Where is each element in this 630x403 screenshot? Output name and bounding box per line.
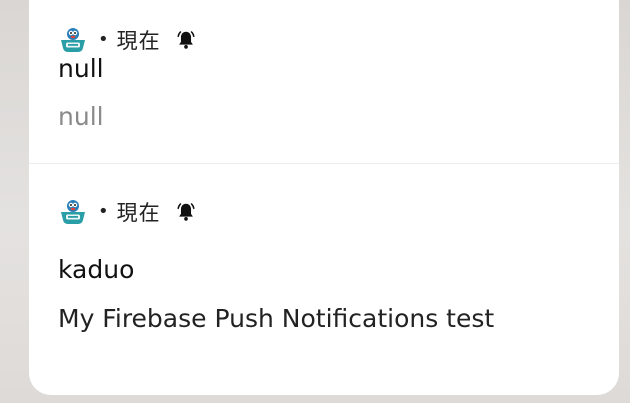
notification-item[interactable]: • 現在 kaduo My Firebase Push Notification… [29,164,619,365]
notification-header: • 現在 [58,196,197,228]
notification-header: • 現在 [58,24,197,56]
app-icon [61,200,85,224]
notification-body: My Firebase Push Notifications test [58,304,495,333]
notification-item[interactable]: • 現在 null null [29,0,619,163]
notification-time: 現在 [116,29,161,53]
notification-panel: • 現在 null null • 現在 kaduo My Firebase Pu… [29,0,619,395]
bell-ringing-icon [177,31,195,49]
app-icon [61,28,85,52]
notification-body: null [58,102,104,131]
bell-ringing-icon [177,203,195,221]
notification-title: kaduo [58,255,135,284]
separator-dot: • [98,201,109,222]
notification-time: 現在 [116,201,161,225]
separator-dot: • [98,29,109,50]
notification-title: null [58,54,104,83]
